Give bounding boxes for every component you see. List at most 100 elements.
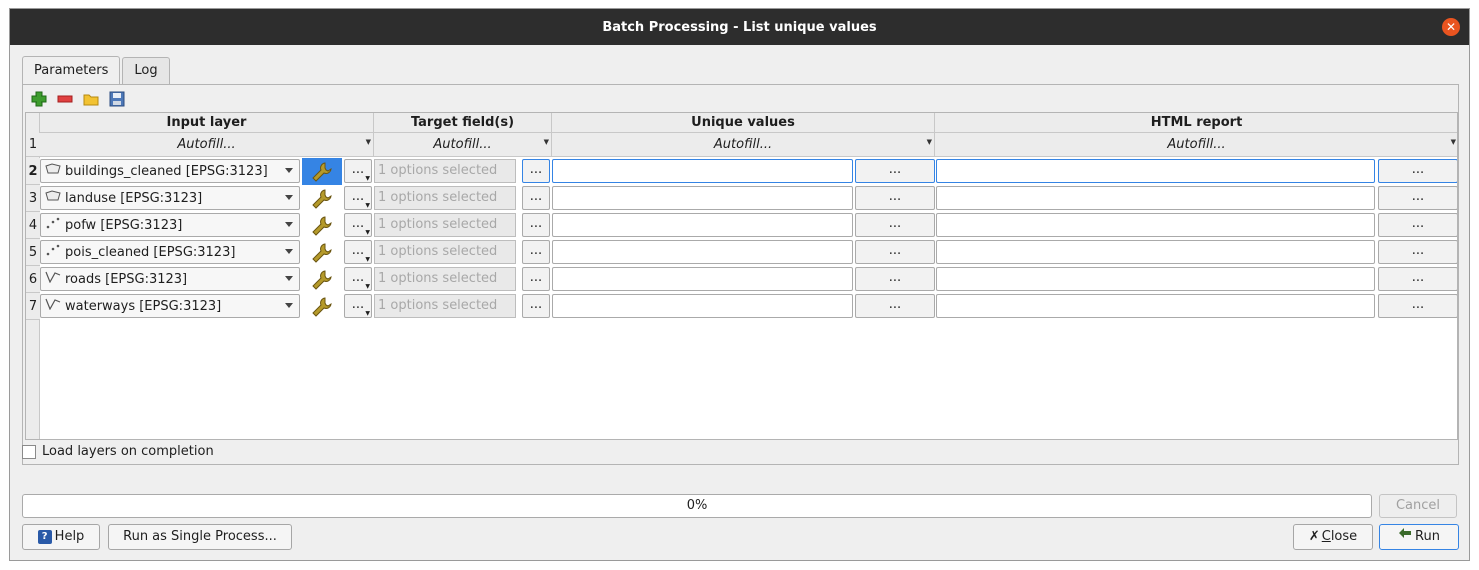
cancel-button[interactable]: Cancel	[1379, 494, 1457, 518]
html-report-browse-button[interactable]: ...	[1378, 159, 1457, 183]
html-report-output-field[interactable]	[936, 213, 1375, 237]
target-fields-browse-button[interactable]: ...	[522, 213, 550, 237]
wrench-icon[interactable]	[302, 239, 342, 266]
unique-values-browse-button[interactable]: ...	[855, 240, 935, 264]
close-label: lose	[1330, 529, 1358, 544]
row-number[interactable]: 3	[26, 185, 40, 212]
unique-values-browse-button[interactable]: ...	[855, 213, 935, 237]
autofill-label: Autofill...	[713, 137, 773, 152]
unique-values-output-field[interactable]	[552, 186, 853, 210]
html-report-browse-button[interactable]: ...	[1378, 294, 1457, 318]
column-header-unique-values[interactable]: Unique values	[552, 113, 935, 133]
close-icon: ✗	[1308, 529, 1320, 544]
autofill-target-fields[interactable]: Autofill... ▼	[374, 133, 552, 157]
input-layer-combo[interactable]: pofw [EPSG:3123]	[40, 213, 300, 237]
target-fields-browse-button[interactable]: ...	[522, 267, 550, 291]
wrench-icon[interactable]	[302, 266, 342, 293]
autofill-html-report[interactable]: Autofill... ▼	[935, 133, 1457, 157]
html-report-browse-button[interactable]: ...	[1378, 186, 1457, 210]
html-report-browse-button[interactable]: ...	[1378, 267, 1457, 291]
unique-values-output-field[interactable]	[552, 294, 853, 318]
target-fields-select[interactable]: 1 options selected	[374, 213, 516, 237]
dropdown-arrow-icon	[285, 195, 293, 200]
layer-name: waterways [EPSG:3123]	[65, 298, 222, 314]
help-button[interactable]: ? Help	[22, 524, 100, 550]
close-mnemonic: C	[1321, 529, 1331, 544]
unique-values-browse-button[interactable]: ...	[855, 294, 935, 318]
html-report-output-field[interactable]	[936, 240, 1375, 264]
button-label: ...	[351, 297, 365, 312]
layer-options-button[interactable]: ... ▼	[344, 240, 372, 264]
target-fields-select[interactable]: 1 options selected	[374, 240, 516, 264]
wrench-icon[interactable]	[302, 293, 342, 320]
target-fields-select[interactable]: 1 options selected	[374, 186, 516, 210]
html-report-browse-button[interactable]: ...	[1378, 240, 1457, 264]
unique-values-browse-button[interactable]: ...	[855, 267, 935, 291]
run-single-process-button[interactable]: Run as Single Process...	[108, 524, 292, 550]
html-report-browse-button[interactable]: ...	[1378, 213, 1457, 237]
input-layer-combo[interactable]: roads [EPSG:3123]	[40, 267, 300, 291]
column-header-input-layer[interactable]: Input layer	[40, 113, 374, 133]
unique-values-output-field[interactable]	[552, 240, 853, 264]
unique-values-browse-button[interactable]: ...	[855, 159, 935, 183]
unique-values-output-field[interactable]	[552, 267, 853, 291]
row-number[interactable]: 6	[26, 266, 40, 293]
input-layer-combo[interactable]: pois_cleaned [EPSG:3123]	[40, 240, 300, 264]
help-label: Help	[54, 529, 85, 544]
target-fields-browse-button[interactable]: ...	[522, 294, 550, 318]
unique-values-output-field[interactable]	[552, 213, 853, 237]
layer-options-button[interactable]: ... ▼	[344, 159, 372, 183]
parameters-panel: Input layer Target field(s) Unique value…	[22, 84, 1459, 465]
run-icon	[1398, 525, 1412, 549]
layer-name: buildings_cleaned [EPSG:3123]	[65, 163, 268, 179]
layer-options-button[interactable]: ... ▼	[344, 294, 372, 318]
layer-options-button[interactable]: ... ▼	[344, 186, 372, 210]
input-layer-combo[interactable]: waterways [EPSG:3123]	[40, 294, 300, 318]
tab-log[interactable]: Log	[122, 57, 170, 84]
row-number[interactable]: 2	[26, 158, 40, 185]
load-layers-checkbox[interactable]	[22, 444, 36, 459]
tab-parameters[interactable]: Parameters	[22, 56, 121, 84]
row-number[interactable]: 7	[26, 293, 40, 320]
run-button[interactable]: Run	[1379, 524, 1459, 550]
row-number[interactable]: 4	[26, 212, 40, 239]
column-header-target-fields[interactable]: Target field(s)	[374, 113, 552, 133]
target-fields-select[interactable]: 1 options selected	[374, 294, 516, 318]
add-row-icon[interactable]	[29, 89, 49, 109]
html-report-output-field[interactable]	[936, 294, 1375, 318]
autofill-label: Autofill...	[177, 137, 236, 152]
run-single-label: Run as Single Process...	[123, 529, 277, 544]
wrench-icon[interactable]	[302, 185, 342, 212]
target-fields-browse-button[interactable]: ...	[522, 159, 550, 183]
wrench-icon[interactable]	[302, 212, 342, 239]
load-layers-option[interactable]: Load layers on completion	[22, 444, 214, 459]
save-icon[interactable]	[107, 89, 127, 109]
polygon-layer-icon	[45, 190, 61, 206]
autofill-input-layer[interactable]: Autofill... ▼	[40, 133, 374, 157]
target-fields-browse-button[interactable]: ...	[522, 240, 550, 264]
target-fields-select[interactable]: 1 options selected	[374, 267, 516, 291]
input-layer-combo[interactable]: landuse [EPSG:3123]	[40, 186, 300, 210]
button-label: ...	[351, 270, 365, 285]
close-button[interactable]: ✗ Close	[1293, 524, 1373, 550]
html-report-output-field[interactable]	[936, 186, 1375, 210]
layer-options-button[interactable]: ... ▼	[344, 267, 372, 291]
layer-options-button[interactable]: ... ▼	[344, 213, 372, 237]
close-window-icon[interactable]: ✕	[1442, 18, 1460, 36]
dropdown-arrow-icon	[285, 249, 293, 254]
target-fields-select[interactable]: 1 options selected	[374, 159, 516, 183]
target-fields-browse-button[interactable]: ...	[522, 186, 550, 210]
unique-values-browse-button[interactable]: ...	[855, 186, 935, 210]
open-folder-icon[interactable]	[81, 89, 101, 109]
wrench-icon[interactable]	[302, 158, 342, 185]
unique-values-output-field[interactable]	[552, 159, 853, 183]
input-layer-combo[interactable]: buildings_cleaned [EPSG:3123]	[40, 159, 300, 183]
autofill-unique-values[interactable]: Autofill... ▼	[552, 133, 935, 157]
batch-toolbar	[29, 89, 133, 109]
row-number[interactable]: 5	[26, 239, 40, 266]
html-report-output-field[interactable]	[936, 159, 1375, 183]
html-report-output-field[interactable]	[936, 267, 1375, 291]
layer-name: roads [EPSG:3123]	[65, 271, 188, 287]
remove-row-icon[interactable]	[55, 89, 75, 109]
column-header-html-report[interactable]: HTML report	[935, 113, 1457, 133]
